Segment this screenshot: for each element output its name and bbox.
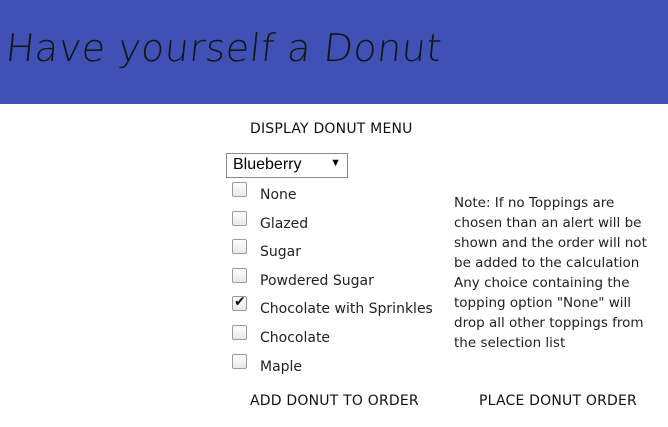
topping-option-powdered-sugar: Powdered Sugar bbox=[232, 267, 442, 296]
topping-option-sugar: Sugar bbox=[232, 238, 442, 267]
topping-checkbox-glazed[interactable] bbox=[232, 210, 247, 226]
topping-label: Sugar bbox=[260, 244, 301, 261]
topping-checkbox-list: None Glazed Sugar Powdered Sugar ✔ Choco… bbox=[232, 181, 442, 381]
place-donut-order-button[interactable]: PLACE DONUT ORDER bbox=[479, 393, 637, 409]
topping-option-glazed: Glazed bbox=[232, 210, 442, 239]
topping-label: Maple bbox=[260, 358, 303, 375]
topping-checkbox-powdered-sugar[interactable] bbox=[232, 267, 247, 283]
topping-checkbox-none[interactable] bbox=[232, 182, 247, 197]
checkmark-icon: ✔ bbox=[234, 294, 246, 311]
note-no-toppings-text: Note: If no Toppings are chosen than an … bbox=[454, 195, 647, 271]
topping-option-chocolate-with-sprinkles: ✔ Chocolate with Sprinkles bbox=[232, 294, 442, 324]
topping-option-none: None bbox=[232, 181, 442, 210]
note-none-option-text: Any choice containing the topping option… bbox=[454, 275, 644, 351]
topping-option-maple: Maple bbox=[232, 353, 442, 382]
display-donut-menu-button[interactable]: DISPLAY DONUT MENU bbox=[250, 121, 413, 137]
donut-flavor-select[interactable]: Blueberry ▼ bbox=[226, 153, 348, 178]
topping-checkbox-chocolate-with-sprinkles[interactable]: ✔ bbox=[232, 294, 247, 312]
topping-label: Chocolate bbox=[260, 329, 331, 346]
topping-label: None bbox=[260, 187, 297, 203]
topping-option-chocolate: Chocolate bbox=[232, 324, 442, 353]
add-donut-to-order-button[interactable]: ADD DONUT TO ORDER bbox=[250, 393, 419, 409]
page-title: Have yourself a Donut bbox=[3, 26, 445, 70]
page-header: Have yourself a Donut bbox=[0, 0, 668, 104]
topping-label: Chocolate with Sprinkles bbox=[260, 301, 433, 318]
topping-label: Glazed bbox=[260, 215, 309, 232]
triangle-down-icon: ▼ bbox=[330, 157, 341, 169]
topping-checkbox-maple[interactable] bbox=[232, 353, 247, 369]
topping-checkbox-chocolate[interactable] bbox=[232, 324, 247, 340]
donut-flavor-selected-value: Blueberry bbox=[233, 156, 302, 173]
topping-label: Powdered Sugar bbox=[260, 272, 374, 289]
topping-note: Note: If no Toppings are chosen than an … bbox=[454, 193, 660, 353]
topping-checkbox-sugar[interactable] bbox=[232, 239, 247, 255]
